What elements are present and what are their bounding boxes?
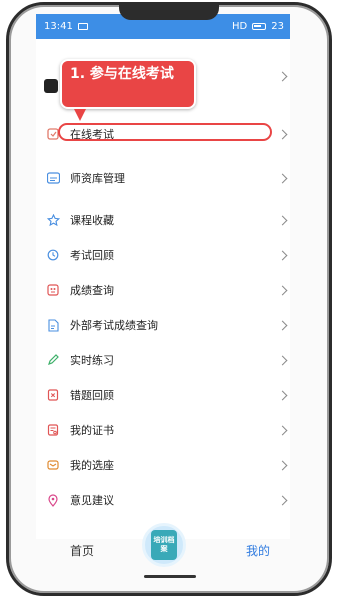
external-score-icon [46, 318, 60, 332]
phone-notch [119, 5, 219, 20]
pencil-icon [46, 353, 60, 367]
chevron-right-icon [277, 215, 288, 225]
chevron-right-icon [277, 129, 288, 139]
status-time: 13:41 [44, 21, 73, 32]
chevron-right-icon [277, 355, 288, 365]
menu-item-wrong-question-review[interactable]: 错题回顾 [36, 378, 290, 412]
menu-label: 错题回顾 [70, 389, 114, 402]
training-archive-label: 培训档案 [151, 530, 177, 560]
chevron-right-icon [277, 71, 288, 81]
chevron-right-icon [277, 425, 288, 435]
chevron-right-icon [277, 173, 288, 183]
menu-item-score-query[interactable]: 成绩查询 [36, 273, 290, 307]
step-callout: 1. 参与在线考试 [60, 59, 196, 109]
menu-label: 外部考试成绩查询 [70, 319, 158, 332]
wrong-question-icon [46, 388, 60, 402]
chevron-right-icon [277, 495, 288, 505]
menu-item-my-seat[interactable]: 我的选座 [36, 448, 290, 482]
location-feedback-icon [46, 493, 60, 507]
highlight-ring [58, 123, 272, 141]
menu-item-teacher-database[interactable]: 师资库管理 [36, 161, 290, 195]
chevron-right-icon [277, 460, 288, 470]
battery-icon [252, 23, 267, 30]
menu-label: 成绩查询 [70, 284, 114, 297]
status-hd: HD [232, 21, 248, 32]
battery-level: 23 [271, 21, 284, 32]
star-icon [46, 213, 60, 227]
tab-mine[interactable]: 我的 [246, 542, 270, 559]
menu-label: 实时练习 [70, 354, 114, 367]
chevron-right-icon [277, 320, 288, 330]
chevron-right-icon [277, 285, 288, 295]
seat-icon [46, 458, 60, 472]
menu-item-external-score-query[interactable]: 外部考试成绩查询 [36, 308, 290, 342]
teacher-database-icon [46, 171, 60, 185]
chevron-right-icon [277, 390, 288, 400]
menu-label: 课程收藏 [70, 214, 114, 227]
training-archive-button[interactable]: 培训档案 [142, 523, 186, 567]
home-indicator[interactable] [144, 575, 196, 578]
menu-item-course-favorites[interactable]: 课程收藏 [36, 203, 290, 237]
score-query-icon [46, 283, 60, 297]
menu-label: 师资库管理 [70, 172, 125, 185]
menu-label: 我的选座 [70, 459, 114, 472]
menu-label: 意见建议 [70, 494, 114, 507]
certificate-icon [46, 423, 60, 437]
menu-label: 考试回顾 [70, 249, 114, 262]
tab-home[interactable]: 首页 [70, 542, 94, 559]
menu-item-feedback[interactable]: 意见建议 [36, 483, 290, 517]
menu-item-exam-review[interactable]: 考试回顾 [36, 238, 290, 272]
menu-label: 我的证书 [70, 424, 114, 437]
mail-icon [77, 23, 88, 30]
callout-pointer [74, 109, 86, 121]
chevron-right-icon [277, 250, 288, 260]
menu-item-my-certificates[interactable]: 我的证书 [36, 413, 290, 447]
bottom-nav: 首页 培训档案 我的 [36, 523, 290, 569]
menu-item-practice[interactable]: 实时练习 [36, 343, 290, 377]
my-page-screen: 在线考试 师资库管理 课程收藏 考试回顾 成绩查询 外部考试成绩查询 实时练习 … [36, 39, 290, 539]
history-icon [46, 248, 60, 262]
